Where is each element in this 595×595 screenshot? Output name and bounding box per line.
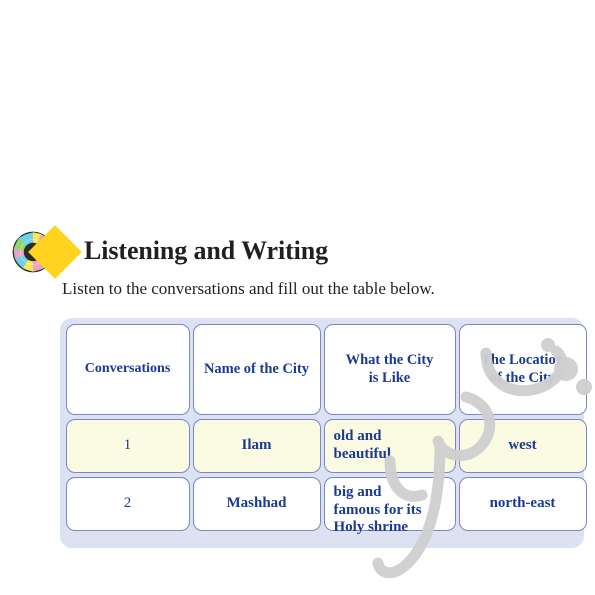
answer-line-1: old and	[333, 428, 382, 445]
answer-table: Conversations Name of the City What the …	[60, 318, 587, 548]
answer-line-2: famous for its	[333, 501, 422, 518]
instruction-text: Listen to the conversations and fill out…	[62, 279, 435, 298]
header-icon-group	[8, 225, 82, 279]
cell-what-city-is-like[interactable]: big and famous for its Holy shrine	[323, 477, 456, 535]
cell-city-location[interactable]: west	[458, 419, 587, 473]
cell-city-name[interactable]: Ilam	[192, 419, 321, 473]
answer-line-1: big and	[333, 484, 382, 500]
header-line-1: The Location	[481, 352, 564, 369]
table-row: 2 Mashhad big and famous for its Holy sh…	[64, 475, 587, 535]
table-header-conversations: Conversations	[65, 324, 190, 415]
table-header-location-of-city: The Location of the City	[458, 324, 587, 415]
header-line-2: of the City	[489, 369, 556, 386]
table-header-row: Conversations Name of the City What the …	[64, 322, 587, 417]
page-title: Listening and Writing	[84, 236, 329, 265]
cell-city-location[interactable]: north-east	[458, 477, 587, 531]
header-line-1: What the City	[345, 352, 434, 369]
table-header-name-of-city: Name of the City	[192, 324, 321, 415]
cell-what-city-is-like[interactable]: old and beautiful	[323, 419, 456, 473]
header-line-2: is Like	[368, 369, 411, 386]
table-header-what-city-is-like: What the City is Like	[323, 324, 456, 415]
cell-conversation-number[interactable]: 1	[65, 419, 190, 473]
cell-city-name[interactable]: Mashhad	[192, 477, 321, 531]
answer-line-2: beautiful	[333, 446, 392, 462]
table-row: 1 Ilam old and beautiful west	[64, 417, 587, 475]
answer-line-3: Holy shrine	[333, 519, 409, 536]
section-header: Listening and Writing	[8, 225, 568, 279]
cell-conversation-number[interactable]: 2	[65, 477, 190, 531]
